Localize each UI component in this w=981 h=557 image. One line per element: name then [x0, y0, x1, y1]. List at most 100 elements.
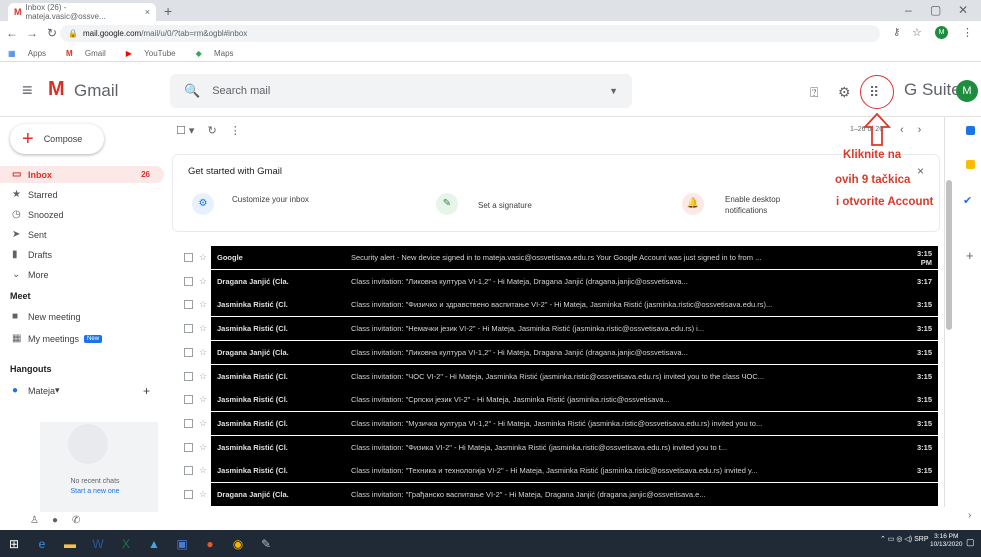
- menu-kebab-icon[interactable]: ⋮: [962, 26, 973, 39]
- table-row[interactable]: ☆ Jasminka Ristić (Cl. Class invitation: "…: [172, 435, 938, 459]
- save-disk-icon[interactable]: ▣: [168, 537, 196, 551]
- hangouts-user[interactable]: ● Mateja ▾ +: [0, 382, 164, 399]
- start-chat-link[interactable]: Start a new one: [40, 488, 150, 495]
- redacted-email[interactable]: Jasminka Ristić (Cl. Class invitation: "Ф…: [211, 435, 938, 459]
- minimize-icon[interactable]: –: [905, 3, 912, 17]
- redacted-email[interactable]: Dragana Janjić (Cla. Class invitation: "Г…: [211, 483, 938, 506]
- search-input[interactable]: 🔍 Search mail ▼: [170, 74, 632, 108]
- sidebar-item-sent[interactable]: ➤ Sent: [0, 226, 164, 243]
- browser-tab[interactable]: M Inbox (26) - mateja.vasic@ossve... ×: [8, 3, 156, 21]
- select-all-checkbox[interactable]: ☐ ▾: [176, 125, 194, 137]
- redacted-email[interactable]: Jasminka Ristić (Cl. Class invitation: "Ф…: [211, 293, 938, 317]
- star-icon[interactable]: ☆: [199, 442, 211, 453]
- address-bar[interactable]: 🔒 mail.google.com /mail/u/0/?tab=rm&ogbl…: [60, 25, 880, 42]
- table-row[interactable]: ☆ Dragana Janjić (Cla. Class invitation: "…: [172, 340, 938, 364]
- paint-icon[interactable]: ✎: [252, 537, 280, 551]
- person-icon[interactable]: ♙: [30, 515, 39, 526]
- row-checkbox[interactable]: [184, 300, 193, 310]
- star-icon[interactable]: ☆: [199, 276, 211, 287]
- back-icon[interactable]: ←: [4, 26, 20, 40]
- prev-page-icon[interactable]: ‹: [900, 124, 904, 136]
- word-icon[interactable]: W: [84, 537, 112, 551]
- tasks-icon[interactable]: ✔: [963, 194, 972, 207]
- redacted-email[interactable]: Dragana Janjić (Cla. Class invitation: "Л…: [211, 340, 938, 364]
- gear-icon[interactable]: ⚙: [192, 193, 214, 215]
- bell-icon[interactable]: 🔔: [682, 193, 704, 215]
- scrollbar[interactable]: [946, 180, 952, 330]
- notifications-icon[interactable]: ▢: [966, 537, 975, 548]
- table-row[interactable]: ☆ Jasminka Ristić (Cl. Class invitation: "…: [172, 293, 938, 317]
- windows-start-icon[interactable]: ⊞: [0, 537, 28, 551]
- my-meetings-button[interactable]: ▦ My meetings New: [0, 330, 164, 347]
- table-row[interactable]: ☆ Jasminka Ristić (Cl. Class invitation: "…: [172, 364, 938, 388]
- gear-icon[interactable]: ⚙: [838, 84, 851, 101]
- sidebar-item-snoozed[interactable]: ◷ Snoozed: [0, 206, 164, 223]
- star-icon[interactable]: ☆: [199, 252, 211, 263]
- row-checkbox[interactable]: [184, 324, 193, 334]
- next-page-icon[interactable]: ›: [918, 124, 922, 136]
- redacted-email[interactable]: Jasminka Ristić (Cl. Class invitation: "М…: [211, 411, 938, 435]
- key-icon[interactable]: ⚷: [893, 27, 900, 38]
- compose-button[interactable]: + Compose: [10, 124, 104, 154]
- table-row[interactable]: ☆ Google Security alert - New device signe…: [172, 246, 938, 269]
- more-options-icon[interactable]: ⋮: [230, 125, 241, 137]
- customize-inbox-link[interactable]: Customize your inbox: [232, 194, 322, 205]
- row-checkbox[interactable]: [184, 253, 193, 262]
- clock[interactable]: 3:16 PM 10/13/2020: [930, 533, 963, 549]
- google-apps-icon[interactable]: ⠿: [869, 84, 879, 101]
- pen-icon[interactable]: ✎: [436, 193, 458, 215]
- forward-icon[interactable]: →: [24, 26, 40, 40]
- app-icon[interactable]: ●: [196, 537, 224, 551]
- file-explorer-icon[interactable]: ▬: [56, 537, 84, 551]
- chrome-icon[interactable]: ◉: [224, 537, 252, 551]
- maximize-icon[interactable]: ▢: [930, 3, 941, 17]
- star-icon[interactable]: ☆: [199, 371, 211, 382]
- sidebar-item-drafts[interactable]: ▮ Drafts: [0, 246, 164, 263]
- bookmark-gmail[interactable]: M Gmail: [66, 49, 116, 58]
- bookmark-apps[interactable]: ▦ Apps: [8, 49, 56, 58]
- calendar-icon[interactable]: [966, 126, 975, 135]
- table-row[interactable]: ☆ Jasminka Ristić (Cl. Class invitation: "…: [172, 317, 938, 341]
- close-window-icon[interactable]: ✕: [958, 3, 968, 17]
- help-icon[interactable]: ⍰: [810, 84, 818, 101]
- star-icon[interactable]: ☆: [199, 489, 211, 500]
- close-icon[interactable]: ×: [917, 164, 924, 178]
- gmail-logo-icon[interactable]: M: [48, 78, 65, 101]
- expand-panel-icon[interactable]: ›: [968, 510, 971, 521]
- star-icon[interactable]: ☆: [199, 347, 211, 358]
- set-signature-link[interactable]: Set a signature: [478, 200, 532, 211]
- tray-icons[interactable]: ⌃ ▭ ◎ ◁): [880, 536, 914, 543]
- phone-icon[interactable]: ✆: [72, 515, 80, 526]
- redacted-email[interactable]: Jasminka Ristić (Cl. Class invitation: "С…: [211, 388, 938, 412]
- sidebar-item-starred[interactable]: ★ Starred: [0, 186, 164, 203]
- bookmark-youtube[interactable]: ▶ YouTube: [126, 49, 186, 58]
- chat-icon[interactable]: ●: [52, 515, 58, 526]
- row-checkbox[interactable]: [184, 276, 193, 286]
- reload-icon[interactable]: ↻: [44, 26, 60, 40]
- photos-icon[interactable]: ▲: [140, 537, 168, 551]
- language-indicator[interactable]: SRP: [914, 536, 928, 543]
- avatar[interactable]: M: [956, 80, 978, 102]
- table-row[interactable]: ☆ Jasminka Ristić (Cl. Class invitation: "…: [172, 459, 938, 483]
- row-checkbox[interactable]: [184, 466, 193, 476]
- redacted-email[interactable]: Google Security alert - New device signed…: [211, 246, 938, 269]
- row-checkbox[interactable]: [184, 490, 193, 499]
- row-checkbox[interactable]: [184, 418, 193, 428]
- refresh-icon[interactable]: ↻: [208, 125, 217, 137]
- search-options-icon[interactable]: ▼: [609, 86, 618, 96]
- edge-icon[interactable]: e: [28, 537, 56, 551]
- excel-icon[interactable]: X: [112, 537, 140, 551]
- redacted-email[interactable]: Jasminka Ristić (Cl. Class invitation: "Ч…: [211, 364, 938, 388]
- star-icon[interactable]: ☆: [199, 299, 211, 310]
- redacted-email[interactable]: Jasminka Ristić (Cl. Class invitation: "Н…: [211, 317, 938, 341]
- table-row[interactable]: ☆ Jasminka Ristić (Cl. Class invitation: "…: [172, 388, 938, 412]
- star-icon[interactable]: ☆: [199, 465, 211, 476]
- redacted-email[interactable]: Jasminka Ristić (Cl. Class invitation: "Т…: [211, 459, 938, 483]
- new-tab-button[interactable]: +: [164, 3, 172, 19]
- sidebar-item-inbox[interactable]: ▭ Inbox 26: [0, 166, 164, 183]
- row-checkbox[interactable]: [184, 347, 193, 357]
- tab-close-icon[interactable]: ×: [145, 7, 150, 17]
- star-icon[interactable]: ☆: [199, 323, 211, 334]
- search-icon[interactable]: 🔍: [184, 83, 200, 99]
- table-row[interactable]: ☆ Jasminka Ristić (Cl. Class invitation: "…: [172, 411, 938, 435]
